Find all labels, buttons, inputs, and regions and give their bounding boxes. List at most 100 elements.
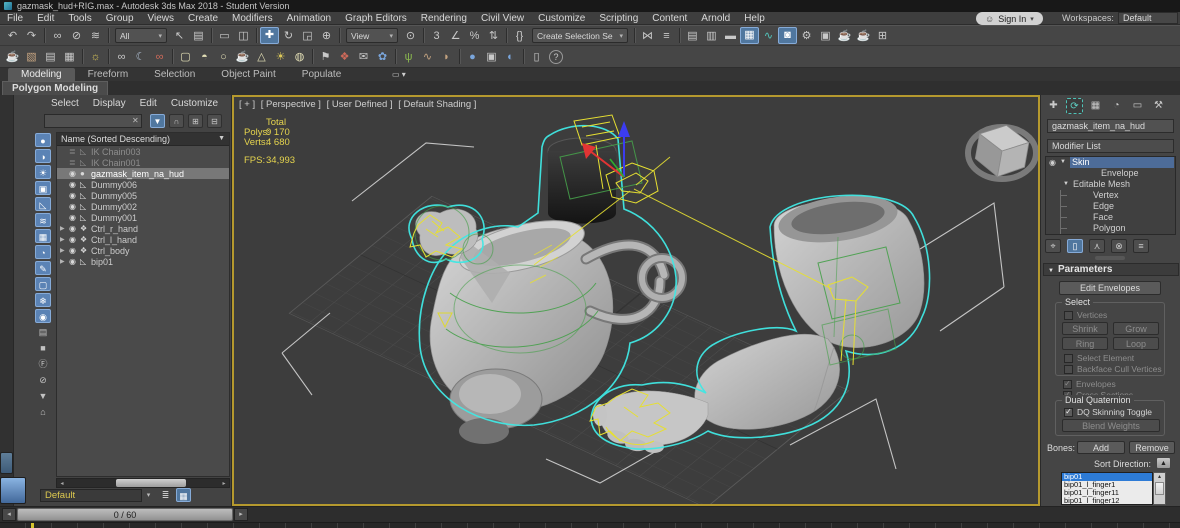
grow-button[interactable]: Grow xyxy=(1113,322,1159,335)
reference-coordinate-dropdown[interactable]: View xyxy=(346,28,398,43)
material-editor-icon[interactable]: ◙ xyxy=(778,27,797,44)
visibility-icon[interactable]: ◉ xyxy=(69,169,78,178)
render-setup-icon[interactable]: ⚙ xyxy=(797,27,816,45)
parameters-rollout-header[interactable]: ▼Parameters xyxy=(1043,263,1179,276)
select-and-rotate-icon[interactable]: ↻ xyxy=(279,27,298,45)
modifier-visibility-icon[interactable] xyxy=(1072,201,1081,212)
filter-visibility-icon[interactable]: ◉ xyxy=(35,309,51,323)
filter-hidden-icon[interactable]: ■ xyxy=(35,341,51,355)
render-history-icon[interactable]: ☕ xyxy=(3,48,22,66)
menu-tools[interactable]: Tools xyxy=(61,12,98,24)
row-ctrl-l-hand[interactable]: ▶ ◉ ❖ Ctrl_l_hand xyxy=(57,234,229,245)
stack-row-vertex[interactable]: Vertex xyxy=(1046,190,1175,201)
named-selection-sets-icon[interactable]: {} xyxy=(510,27,529,45)
ribbon-overflow-icon[interactable]: ▭ ▾ xyxy=(392,68,406,81)
curve-editor-icon[interactable]: ▦ xyxy=(740,27,759,44)
menu-scripting[interactable]: Scripting xyxy=(592,12,645,24)
modifier-list-dropdown[interactable]: Modifier List xyxy=(1047,139,1174,153)
bone-item-finger12[interactable]: bip01_l_finger12 xyxy=(1062,497,1152,505)
daylight-icon[interactable]: ☀ xyxy=(271,48,290,66)
row-dummy001[interactable]: ◉ ◺ Dummy001 xyxy=(57,212,229,223)
menu-edit[interactable]: Edit xyxy=(30,12,61,24)
panel-tab-utilities-icon[interactable]: ⚒ xyxy=(1150,98,1167,114)
row-ctrl-r-hand[interactable]: ▶ ◉ ❖ Ctrl_r_hand xyxy=(57,223,229,234)
menu-help[interactable]: Help xyxy=(737,12,772,24)
scrollbar-thumb[interactable] xyxy=(116,479,186,487)
scene-list-icon[interactable]: ▤ xyxy=(41,48,60,66)
collapse-icon[interactable]: ▼ xyxy=(1060,157,1068,168)
panel-tab-modify-icon[interactable]: ⟳ xyxy=(1066,98,1083,114)
rendered-frame-window-icon[interactable]: ▣ xyxy=(816,27,835,45)
gear-flower-icon[interactable]: ✿ xyxy=(373,48,392,66)
help-icon[interactable]: ? xyxy=(549,50,563,64)
viewport-general-menu[interactable]: [ + ] xyxy=(239,99,255,110)
material-library-icon[interactable]: ▣ xyxy=(482,48,501,66)
filter-lights-icon[interactable]: ☀ xyxy=(35,165,51,179)
rock-icon[interactable]: ◗ xyxy=(437,48,456,66)
collapse-icon[interactable]: ▼ xyxy=(1063,179,1071,190)
row-gazmask-item-na-hud[interactable]: ◉ ● gazmask_item_na_hud xyxy=(57,168,229,179)
primitive-cone-icon[interactable]: △ xyxy=(252,48,271,66)
ribbon-panel-tab-polygon-modeling[interactable]: Polygon Modeling xyxy=(2,81,108,95)
filter-basket-icon[interactable]: ⌂ xyxy=(35,405,51,419)
filter-shapes-icon[interactable]: ◑ xyxy=(35,149,51,163)
stack-row-polygon[interactable]: Polygon xyxy=(1046,223,1175,234)
select-and-place-icon[interactable]: ⊕ xyxy=(317,27,336,45)
window-crossing-icon[interactable]: ◫ xyxy=(234,27,253,45)
menu-graph-editors[interactable]: Graph Editors xyxy=(338,12,414,24)
menu-create[interactable]: Create xyxy=(181,12,225,24)
menu-rendering[interactable]: Rendering xyxy=(414,12,474,24)
collapse-all-icon[interactable]: ⊟ xyxy=(207,114,222,128)
ring-button[interactable]: Ring xyxy=(1062,337,1108,350)
backface-cull-checkbox[interactable]: Backface Cull Vertices xyxy=(1064,364,1162,374)
filter-helpers-icon[interactable]: ◺ xyxy=(35,197,51,211)
remove-modifier-icon[interactable]: ⊗ xyxy=(1111,239,1127,253)
stack-row-skin[interactable]: ◉ ▼ Skin xyxy=(1046,157,1175,168)
explorer-menu-edit[interactable]: Edit xyxy=(133,97,164,110)
visibility-icon[interactable]: ◉ xyxy=(69,191,78,200)
selection-set-dropdown[interactable]: Create Selection Se xyxy=(532,28,628,43)
current-layer-dropdown[interactable]: Default xyxy=(40,489,142,502)
row-ik-chain001[interactable]: ≣ ◺ IK Chain001 xyxy=(57,157,229,168)
view-cube[interactable] xyxy=(968,121,1036,181)
dq-skinning-checkbox[interactable]: DQ Skinning Toggle xyxy=(1064,407,1152,417)
expand-icon[interactable]: ▶ xyxy=(60,225,67,232)
stack-row-face[interactable]: Face xyxy=(1046,212,1175,223)
expand-icon[interactable]: ▶ xyxy=(60,236,67,243)
mirror-icon[interactable]: ⋈ xyxy=(638,27,657,45)
stack-row-envelope[interactable]: Envelope xyxy=(1046,168,1175,179)
modifier-visibility-icon[interactable]: ◉ xyxy=(1049,157,1058,168)
primitive-circle-icon[interactable]: ○ xyxy=(214,48,233,66)
ribbon-tab-modeling[interactable]: Modeling xyxy=(8,68,75,81)
viewport-pov-menu[interactable]: [ Perspective ] xyxy=(261,99,321,110)
toggle-layer-explorer-icon[interactable]: ▥ xyxy=(702,27,721,45)
lock-explorer-icon[interactable]: ∩ xyxy=(169,114,184,128)
modifier-visibility-icon[interactable] xyxy=(1072,212,1081,223)
menu-file[interactable]: File xyxy=(0,12,30,24)
select-and-move-icon[interactable]: ✚ xyxy=(260,27,279,44)
panel-splitter-handle[interactable] xyxy=(1095,256,1125,260)
visibility-icon[interactable]: ◉ xyxy=(69,257,78,266)
envelope-icon[interactable]: ✉ xyxy=(354,48,373,66)
blend-weights-button[interactable]: Blend Weights xyxy=(1062,419,1160,432)
visibility-icon[interactable]: ◉ xyxy=(69,213,78,222)
collapse-icon[interactable] xyxy=(1083,212,1091,223)
row-ctrl-body[interactable]: ▶ ◉ ❖ Ctrl_body xyxy=(57,245,229,256)
menu-customize[interactable]: Customize xyxy=(531,12,592,24)
bones-list-scrollbar[interactable]: ▴ xyxy=(1153,472,1166,505)
filter-effects-icon[interactable]: Ⓕ xyxy=(35,357,51,371)
workspace-select[interactable]: Default xyxy=(1118,12,1178,24)
menu-modifiers[interactable]: Modifiers xyxy=(225,12,280,24)
select-by-name-icon[interactable]: ▤ xyxy=(189,27,208,45)
spinner-snap-icon[interactable]: ⇅ xyxy=(484,27,503,45)
collapse-icon[interactable] xyxy=(1083,223,1091,234)
checkbox-icon[interactable] xyxy=(1064,365,1073,374)
redo-icon[interactable]: ↷ xyxy=(22,27,41,45)
panel-tab-hierarchy-icon[interactable]: ▦ xyxy=(1087,98,1104,114)
filter-custom-icon[interactable]: ▼ xyxy=(35,389,51,403)
stack-row-editable-mesh[interactable]: ▼ Editable Mesh xyxy=(1046,179,1175,190)
filter-containers-icon[interactable]: ▢ xyxy=(35,277,51,291)
viewport-layout-tab-small[interactable] xyxy=(0,452,13,474)
menu-group[interactable]: Group xyxy=(99,12,141,24)
sort-direction-button[interactable]: ▲ xyxy=(1156,457,1171,469)
